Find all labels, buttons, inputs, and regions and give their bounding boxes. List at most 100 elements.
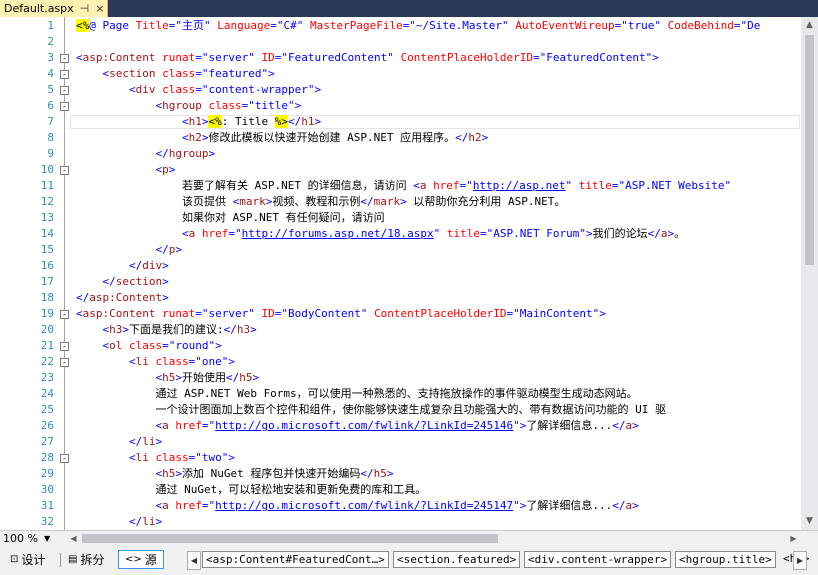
code-line[interactable]: 9 </hgroup> — [0, 146, 801, 162]
vertical-scrollbar[interactable]: ▲ ▼ — [801, 17, 818, 530]
breadcrumb-tag[interactable]: <div.content-wrapper> — [524, 551, 672, 568]
line-number: 29 — [40, 467, 54, 480]
line-number: 16 — [40, 259, 54, 272]
design-view-icon: ⊡ — [10, 554, 19, 565]
line-number: 21 — [40, 339, 54, 352]
breadcrumb-tag[interactable]: <section.featured> — [393, 551, 521, 568]
code-line[interactable]: 18 </asp:Content> — [0, 290, 801, 306]
code-text: <asp:Content runat="server" ID="Featured… — [76, 51, 659, 64]
collapse-icon[interactable]: - — [60, 102, 69, 111]
code-line[interactable]: 1 <%@ Page Title="主页" Language="C#" Maste… — [0, 18, 801, 34]
code-line[interactable]: 30 通过 NuGet，可以轻松地安装和更新免费的库和工具。 — [0, 482, 801, 498]
collapse-icon[interactable]: - — [60, 454, 69, 463]
view-divider — [60, 553, 61, 567]
collapse-icon[interactable]: - — [60, 310, 69, 319]
line-number: 2 — [47, 35, 54, 48]
code-line[interactable]: 26 <a href="http://go.microsoft.com/fwli… — [0, 418, 801, 434]
pin-icon[interactable]: ⊣ — [80, 2, 90, 15]
code-line[interactable]: 19- <asp:Content runat="server" ID="BodyC… — [0, 306, 801, 322]
code-line[interactable]: 12 该页提供 <mark>视频、教程和示例</mark> 以帮助你充分利用 A… — [0, 194, 801, 210]
code-text: <a href="http://go.microsoft.com/fwlink/… — [155, 419, 639, 432]
code-text: 一个设计图面加上数百个控件和组件，使你能够快速生成复杂且功能强大的、带有数据访问… — [76, 403, 666, 416]
code-line[interactable]: 32 </li> — [0, 514, 801, 530]
zoom-select[interactable]: 100 % — [3, 531, 38, 546]
code-line[interactable]: 4- <section class="featured"> — [0, 66, 801, 82]
line-number: 32 — [40, 515, 54, 528]
source-view-button[interactable]: <> 源 — [118, 550, 164, 569]
code-line[interactable]: 27 </li> — [0, 434, 801, 450]
code-text: </asp:Content> — [76, 291, 169, 304]
code-line[interactable]: 29 <h5>添加 NuGet 程序包并快速开始编码</h5> — [0, 466, 801, 482]
breadcrumb-prev-icon[interactable]: ◀ — [187, 551, 201, 570]
code-text: </li> — [128, 515, 163, 528]
scroll-down-icon[interactable]: ▼ — [801, 513, 818, 530]
breadcrumb-tag[interactable]: <asp:Content#FeaturedCont…> — [202, 551, 389, 568]
code-text: <a href="http://go.microsoft.com/fwlink/… — [155, 499, 639, 512]
document-tab-title: Default.aspx — [4, 2, 74, 15]
vertical-scroll-thumb[interactable] — [805, 35, 814, 265]
document-tab[interactable]: Default.aspx ⊣ × — [0, 0, 109, 17]
code-line[interactable]: 23 <h5>开始使用</h5> — [0, 370, 801, 386]
collapse-icon[interactable]: - — [60, 166, 69, 175]
collapse-icon[interactable]: - — [60, 342, 69, 351]
code-line[interactable]: 31 <a href="http://go.microsoft.com/fwli… — [0, 498, 801, 514]
code-line[interactable]: 15 </p> — [0, 242, 801, 258]
code-line[interactable]: 7 <h1><%: Title %></h1> — [0, 114, 801, 130]
design-view-button[interactable]: ⊡ 设计 — [10, 551, 45, 568]
line-number: 22 — [40, 355, 54, 368]
zoom-dropdown-icon[interactable]: ▼ — [44, 531, 50, 546]
split-view-icon: ▤ — [68, 554, 78, 565]
collapse-icon[interactable]: - — [60, 54, 69, 63]
split-view-button[interactable]: ▤ 拆分 — [68, 551, 104, 568]
code-line[interactable]: 17 </section> — [0, 274, 801, 290]
line-number: 25 — [40, 403, 54, 416]
view-status-bar: ⊡ 设计 ▤ 拆分 <> 源 ◀ <asp:Content#FeaturedCo… — [0, 546, 818, 575]
collapse-icon[interactable]: - — [60, 70, 69, 79]
code-text: <h5>添加 NuGet 程序包并快速开始编码</h5> — [155, 467, 394, 480]
code-line[interactable]: 28- <li class="two"> — [0, 450, 801, 466]
scroll-right-icon[interactable]: ▶ — [786, 531, 801, 546]
scroll-left-icon[interactable]: ◀ — [66, 531, 81, 546]
code-line[interactable]: 24 通过 ASP.NET Web Forms，可以使用一种熟悉的、支持拖放操作… — [0, 386, 801, 402]
code-line[interactable]: 21- <ol class="round"> — [0, 338, 801, 354]
code-line[interactable]: 2 — [0, 34, 801, 50]
document-tab-bar: Default.aspx ⊣ × — [0, 0, 818, 17]
code-text: <a href="http://forums.asp.net/18.aspx" … — [181, 227, 686, 240]
line-number: 14 — [40, 227, 54, 240]
line-number: 24 — [40, 387, 54, 400]
code-line[interactable]: 8 <h2>修改此模板以快速开始创建 ASP.NET 应用程序。</h2> — [0, 130, 801, 146]
code-text: <h3>下面是我们的建议:</h3> — [102, 323, 257, 336]
line-number: 12 — [40, 195, 54, 208]
code-line[interactable]: 14 <a href="http://forums.asp.net/18.asp… — [0, 226, 801, 242]
collapse-icon[interactable]: - — [60, 358, 69, 367]
code-line[interactable]: 22- <li class="one"> — [0, 354, 801, 370]
line-number: 20 — [40, 323, 54, 336]
code-text: </li> — [128, 435, 163, 448]
line-number: 26 — [40, 419, 54, 432]
line-number: 10 — [40, 163, 54, 176]
breadcrumb-next-icon[interactable]: ▶ — [793, 551, 807, 570]
code-line[interactable]: 6- <hgroup class="title"> — [0, 98, 801, 114]
code-line[interactable]: 10- <p> — [0, 162, 801, 178]
code-line[interactable]: 25 一个设计图面加上数百个控件和组件，使你能够快速生成复杂且功能强大的、带有数… — [0, 402, 801, 418]
scroll-up-icon[interactable]: ▲ — [801, 17, 818, 34]
split-view-label: 拆分 — [80, 553, 105, 567]
code-text: </div> — [128, 259, 169, 272]
code-text: <%@ Page Title="主页" Language="C#" Master… — [76, 19, 761, 32]
line-number: 28 — [40, 451, 54, 464]
close-icon[interactable]: × — [95, 2, 104, 15]
collapse-icon[interactable]: - — [60, 86, 69, 95]
code-editor[interactable]: 1 <%@ Page Title="主页" Language="C#" Maste… — [0, 17, 801, 530]
code-line[interactable]: 3- <asp:Content runat="server" ID="Featur… — [0, 50, 801, 66]
code-line[interactable]: 20 <h3>下面是我们的建议:</h3> — [0, 322, 801, 338]
code-line[interactable]: 11 若要了解有关 ASP.NET 的详细信息，请访问 <a href="htt… — [0, 178, 801, 194]
code-text: <li class="two"> — [128, 451, 235, 464]
horizontal-bar: 100 % ▼ ◀ ▶ — [0, 530, 818, 546]
code-text: <hgroup class="title"> — [155, 99, 302, 112]
code-line[interactable]: 5- <div class="content-wrapper"> — [0, 82, 801, 98]
breadcrumb-tag[interactable]: <hgroup.title> — [675, 551, 776, 568]
code-line[interactable]: 13 如果你对 ASP.NET 有任何疑问，请访问 — [0, 210, 801, 226]
code-text: <h2>修改此模板以快速开始创建 ASP.NET 应用程序。</h2> — [181, 131, 489, 144]
horizontal-scroll-thumb[interactable] — [82, 534, 498, 543]
code-line[interactable]: 16 </div> — [0, 258, 801, 274]
